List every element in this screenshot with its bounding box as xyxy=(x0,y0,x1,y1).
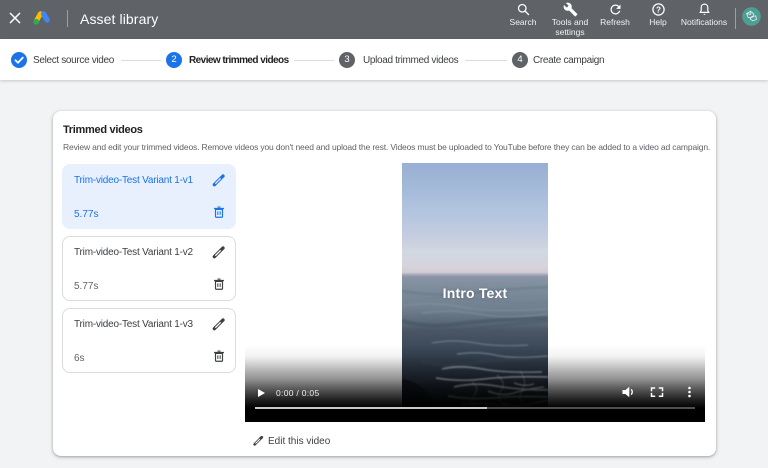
svg-text:?: ? xyxy=(656,5,661,14)
